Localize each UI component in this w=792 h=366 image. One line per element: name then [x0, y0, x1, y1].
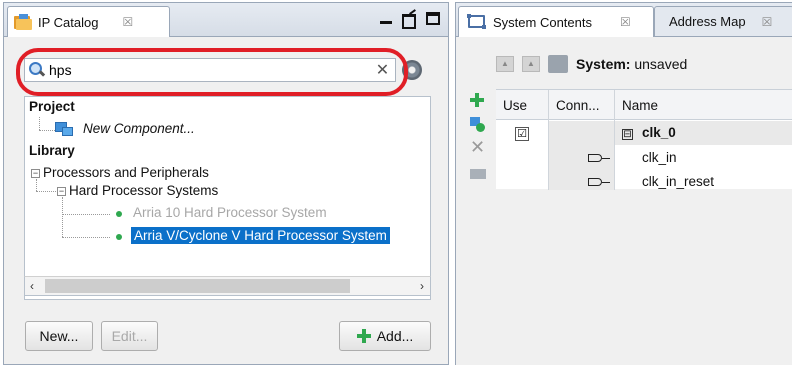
col-header-use[interactable]: Use	[503, 98, 527, 113]
window-controls	[380, 11, 440, 29]
add-component-icon[interactable]	[470, 117, 486, 133]
plus-icon	[356, 329, 371, 343]
table-row-name[interactable]: clk_in	[642, 150, 677, 165]
system-table: Use Conn... Name ☑ ⊟ clk_0 clk_in clk_in…	[496, 89, 792, 190]
maximize-icon[interactable]	[426, 11, 440, 25]
search-row: ✕	[24, 58, 422, 82]
tree-section-library[interactable]: Library	[29, 143, 75, 158]
minimize-icon[interactable]	[380, 12, 392, 24]
system-block-icon	[548, 55, 568, 73]
system-name: unsaved	[634, 56, 688, 72]
horizontal-scrollbar[interactable]: ‹ ›	[24, 276, 431, 296]
tree-section-project[interactable]: Project	[29, 99, 75, 114]
table-row-name[interactable]: clk_in_reset	[642, 174, 714, 189]
system-contents-panel: System Contents ☒ Address Map ☒ ▲ ▲ Syst…	[455, 2, 792, 365]
tab-address-map[interactable]: Address Map ☒	[654, 6, 792, 36]
add-button-label: Add...	[376, 328, 414, 344]
table-row-name[interactable]: clk_0	[642, 125, 676, 140]
new-button[interactable]: New...	[25, 321, 93, 351]
add-button[interactable]: Add...	[339, 321, 431, 351]
ip-tree: Project New Component... Library − Proce…	[24, 96, 431, 300]
col-header-connections[interactable]: Conn...	[556, 98, 600, 113]
folder-icon	[14, 14, 32, 30]
add-icon[interactable]	[470, 93, 484, 107]
close-tab-icon[interactable]: ☒	[762, 15, 773, 29]
tab-system-contents[interactable]: System Contents ☒	[458, 6, 654, 37]
edit-icon[interactable]	[470, 169, 486, 179]
search-icon	[29, 62, 45, 78]
port-connector-icon	[588, 154, 602, 162]
edit-button[interactable]: Edit...	[101, 321, 158, 351]
ip-catalog-tab-strip: IP Catalog ☒	[4, 3, 448, 37]
col-header-name[interactable]: Name	[622, 98, 658, 113]
scroll-right-icon[interactable]: ›	[420, 279, 424, 293]
close-tab-icon[interactable]: ☒	[122, 15, 133, 29]
table-header: Use Conn... Name	[496, 90, 792, 120]
gear-icon[interactable]	[402, 60, 422, 80]
component-icon	[55, 122, 73, 136]
tree-item-processors[interactable]: Processors and Peripherals	[43, 165, 209, 180]
remove-icon[interactable]: ✕	[470, 138, 485, 156]
move-top-icon[interactable]: ▲	[496, 56, 514, 72]
scroll-left-icon[interactable]: ‹	[30, 279, 34, 293]
available-dot-icon	[116, 234, 122, 240]
search-input[interactable]	[45, 61, 376, 79]
collapse-icon[interactable]: ⊟	[622, 129, 633, 140]
search-field[interactable]: ✕	[24, 58, 397, 82]
system-tab-strip: System Contents ☒ Address Map ☒	[456, 3, 792, 37]
system-label: System:	[576, 56, 631, 72]
tree-item-arriav-cyclonev-hps[interactable]: Arria V/Cyclone V Hard Processor System	[131, 227, 390, 244]
scroll-thumb[interactable]	[45, 279, 350, 293]
use-checkbox[interactable]: ☑	[515, 127, 529, 141]
port-connector-icon	[588, 178, 602, 186]
restore-icon[interactable]	[402, 11, 416, 29]
system-icon	[467, 14, 487, 30]
system-status: System: unsaved	[576, 56, 687, 72]
tree-item-hard-processor-systems[interactable]: Hard Processor Systems	[69, 183, 218, 198]
tab-ip-catalog[interactable]: IP Catalog ☒	[7, 6, 170, 37]
tab-address-map-label: Address Map	[669, 14, 746, 29]
tab-system-contents-label: System Contents	[493, 14, 592, 30]
move-up-icon[interactable]: ▲	[522, 56, 540, 72]
collapse-icon[interactable]: −	[57, 187, 66, 196]
close-tab-icon[interactable]: ☒	[620, 15, 631, 29]
collapse-icon[interactable]: −	[31, 169, 40, 178]
tree-item-arria10-hps[interactable]: Arria 10 Hard Processor System	[133, 205, 327, 220]
system-toolbar: ▲ ▲ System: unsaved	[496, 55, 687, 73]
tab-ip-catalog-label: IP Catalog	[38, 14, 99, 30]
available-dot-icon	[116, 211, 122, 217]
clear-search-icon[interactable]: ✕	[376, 60, 389, 80]
tree-item-new-component[interactable]: New Component...	[83, 121, 195, 136]
